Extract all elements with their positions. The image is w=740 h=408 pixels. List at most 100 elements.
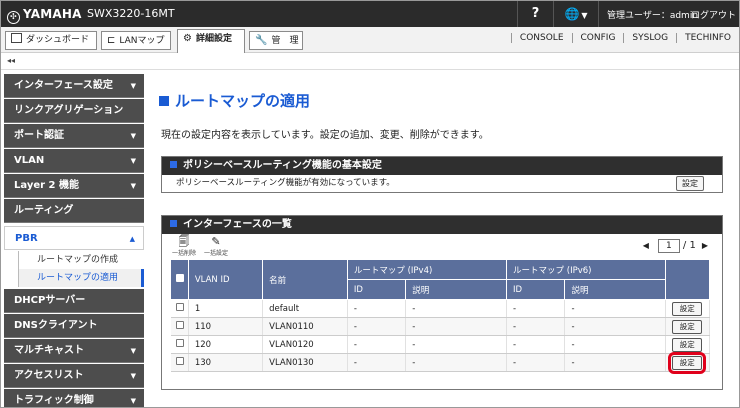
chevron-down-icon: ▼ [130, 132, 136, 140]
chevron-down-icon: ▼ [130, 347, 136, 355]
col-ipv4-id: ID [346, 279, 407, 300]
console-link[interactable]: CONSOLE [510, 33, 572, 43]
chevron-down-icon: ▼ [130, 397, 136, 405]
sidebar-item-layer2[interactable]: Layer 2 機能 ▼ [4, 174, 144, 198]
row-select-cell [170, 317, 189, 336]
syslog-link[interactable]: SYSLOG [623, 33, 676, 43]
col-actions [665, 259, 710, 300]
cell-ipv6-desc: - [564, 317, 667, 336]
cell-name: VLAN0120 [262, 335, 348, 354]
sidebar-item-label: VLAN [14, 155, 45, 166]
row-settings-button[interactable]: 設定 [672, 301, 703, 316]
select-all-checkbox[interactable] [176, 274, 184, 282]
prev-page-icon[interactable]: ◀ [643, 241, 649, 250]
cell-vlan-id: 120 [188, 335, 264, 354]
logout-link[interactable]: ログアウト [691, 8, 736, 21]
tab-lanmap[interactable]: ⊏ LANマップ [101, 31, 171, 50]
row-checkbox[interactable] [175, 339, 184, 347]
menu-bar: ダッシュボード ⊏ LANマップ ⚙ 詳細設定 🔧 管 理 CONSOLE CONFIG… [1, 27, 739, 53]
tab-management-label: 管 理 [271, 36, 299, 46]
select-all-header [170, 259, 189, 300]
page-title: ルートマップの適用 [159, 90, 310, 111]
techinfo-link[interactable]: TECHINFO [676, 33, 739, 43]
cell-ipv4-desc: - [405, 299, 508, 318]
sidebar: インターフェース設定 ▼ リンクアグリゲーション ポート認証 ▼ VLAN ▼ Lay… [4, 74, 144, 407]
row-settings-button[interactable]: 設定 [672, 337, 703, 352]
collapse-sidebar-icon[interactable]: ◂◂ [7, 56, 15, 65]
chevron-up-icon: ▲ [129, 235, 135, 243]
app-frame: ✣ YAMAHA SWX3220-16MT ? 🌐 ▼ 管理ユーザー：admin ロ… [0, 0, 740, 408]
help-button[interactable]: ? [517, 1, 553, 27]
section-header: ポリシーベースルーティング機能の基本設定 [162, 157, 722, 175]
sidebar-item-label: PBR [15, 233, 38, 244]
cell-ipv4-id: - [347, 317, 407, 336]
sidebar-item-label: インターフェース設定 [14, 80, 113, 91]
table-row: 1 default - - - - 設定 [170, 299, 710, 318]
sidebar-item-access-list[interactable]: アクセスリスト ▼ [4, 364, 144, 388]
sidebar-item-routing[interactable]: ルーティング [4, 199, 144, 223]
tab-dashboard[interactable]: ダッシュボード [5, 31, 97, 50]
next-page-icon[interactable]: ▶ [702, 241, 708, 250]
model-name: SWX3220-16MT [87, 7, 175, 20]
cell-name: default [262, 299, 348, 318]
section-square-icon [170, 161, 177, 168]
bulk-delete-button[interactable]: 🗐 一括削除 [170, 236, 198, 258]
brand-name: YAMAHA [23, 7, 82, 21]
sidebar-item-interface[interactable]: インターフェース設定 ▼ [4, 74, 144, 98]
sidebar-item-label: マルチキャスト [14, 345, 84, 356]
chevron-down-icon: ▼ [130, 182, 136, 190]
globe-icon: 🌐 [564, 7, 580, 21]
row-action-cell: 設定 [665, 335, 710, 354]
table-row: 120 VLAN0120 - - - - 設定 [170, 335, 710, 354]
sidebar-subitem-apply-routemap[interactable]: ルートマップの適用 [18, 269, 144, 287]
page-number-input[interactable]: 1 [657, 239, 680, 253]
row-checkbox[interactable] [175, 303, 184, 311]
sidebar-item-link-aggregation[interactable]: リンクアグリゲーション [4, 99, 144, 123]
cell-ipv6-id: - [506, 317, 566, 336]
cell-ipv6-desc: - [564, 299, 667, 318]
row-checkbox[interactable] [175, 357, 184, 365]
sidebar-item-multicast[interactable]: マルチキャスト ▼ [4, 339, 144, 363]
cell-ipv6-desc: - [564, 335, 667, 354]
bulk-edit-button[interactable]: ✎ 一括設定 [202, 236, 230, 258]
page-title-text: ルートマップの適用 [175, 92, 311, 110]
chevron-down-icon: ▼ [130, 372, 136, 380]
cell-ipv4-desc: - [405, 335, 508, 354]
sidebar-item-label: DHCPサーバー [14, 295, 86, 306]
bulk-edit-label: 一括設定 [203, 250, 228, 257]
page-total: / 1 [682, 240, 696, 251]
wrench-icon: 🔧 [255, 35, 268, 46]
sidebar-item-traffic-control[interactable]: トラフィック制御 ▼ [4, 389, 144, 407]
sidebar-item-label: ルーティング [14, 205, 74, 216]
tab-management[interactable]: 🔧 管 理 [249, 31, 303, 50]
cell-ipv4-id: - [347, 335, 407, 354]
sidebar-item-dhcp-server[interactable]: DHCPサーバー [4, 289, 144, 313]
language-menu[interactable]: 🌐 ▼ [553, 1, 599, 27]
row-select-cell [170, 299, 189, 318]
col-name: 名前 [262, 259, 348, 300]
pbr-settings-button[interactable]: 設定 [676, 176, 704, 191]
row-action-cell: 設定 [665, 351, 710, 374]
tab-advanced-settings[interactable]: ⚙ 詳細設定 [177, 29, 245, 53]
dashboard-icon [11, 33, 22, 43]
col-ipv6-desc: 説明 [564, 279, 667, 300]
sidebar-item-port-auth[interactable]: ポート認証 ▼ [4, 124, 144, 148]
table-row: 130 VLAN0130 - - - - 設定 [170, 351, 710, 374]
top-bar: ✣ YAMAHA SWX3220-16MT ? 🌐 ▼ 管理ユーザー：admin ロ… [1, 1, 739, 27]
pagination: ◀ 1/ 1 ▶ [637, 239, 714, 253]
row-select-cell [170, 353, 189, 372]
row-settings-button-highlighted[interactable]: 設定 [668, 351, 707, 374]
bulk-delete-label: 一括削除 [171, 250, 196, 257]
sidebar-subitem-create-routemap[interactable]: ルートマップの作成 [18, 251, 144, 269]
user-label: 管理ユーザー：admin [607, 11, 699, 21]
row-checkbox[interactable] [175, 321, 184, 329]
chevron-down-icon: ▼ [581, 11, 588, 20]
config-link[interactable]: CONFIG [571, 33, 624, 43]
sidebar-item-vlan[interactable]: VLAN ▼ [4, 149, 144, 173]
row-select-cell [170, 335, 189, 354]
row-settings-button[interactable]: 設定 [672, 319, 703, 334]
cell-ipv4-desc: - [405, 317, 508, 336]
sidebar-item-label: トラフィック制御 [14, 395, 94, 406]
sidebar-item-pbr[interactable]: PBR ▲ [4, 226, 144, 250]
sidebar-item-dns-client[interactable]: DNSクライアント [4, 314, 144, 338]
